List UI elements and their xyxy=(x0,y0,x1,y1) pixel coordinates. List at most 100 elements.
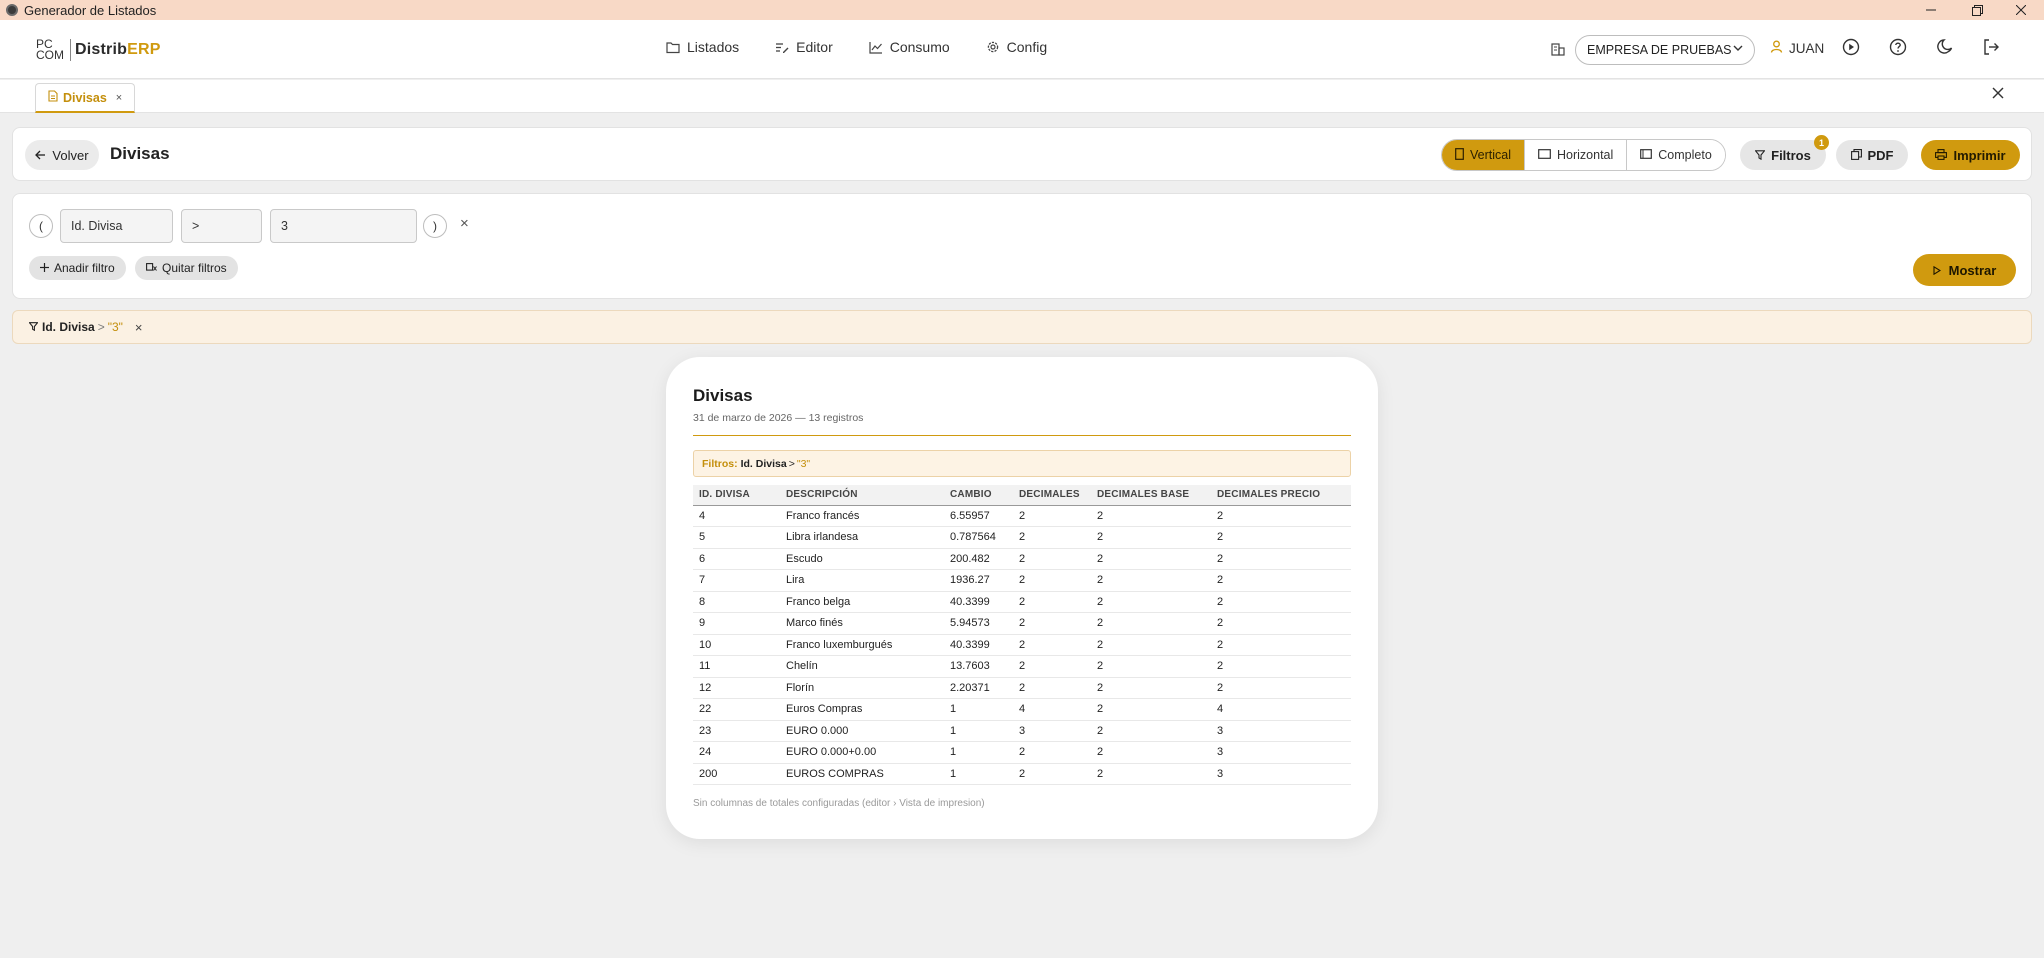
user-icon xyxy=(1770,40,1783,56)
document-icon xyxy=(48,90,58,105)
report-toolbar: Volver Divisas Vertical Horizontal Compl… xyxy=(12,127,2032,181)
table-cell: Euros Compras xyxy=(780,698,944,721)
remove-filter-icon[interactable]: × xyxy=(460,215,469,232)
copy-pdf-icon xyxy=(1850,148,1862,163)
column-header: CAMBIO xyxy=(944,485,1013,506)
filter-operator-select[interactable]: > xyxy=(181,209,262,243)
filter-builder: ( Id. Divisa > 3 ) × Anadir filtro Quita… xyxy=(12,193,2032,299)
filter-value-input[interactable]: 3 xyxy=(270,209,417,243)
table-cell: 24 xyxy=(693,741,780,764)
nav-listados[interactable]: Listados xyxy=(666,39,739,55)
user-menu[interactable]: JUAN xyxy=(1770,40,1824,56)
table-cell: 4 xyxy=(693,505,780,527)
orientation-completo[interactable]: Completo xyxy=(1627,140,1725,170)
table-cell: 2 xyxy=(1013,741,1091,764)
open-paren-toggle[interactable]: ( xyxy=(29,214,53,238)
orientation-horizontal[interactable]: Horizontal xyxy=(1525,140,1628,170)
table-header-row: ID. DIVISA DESCRIPCIÓN CAMBIO DECIMALES DECI… xyxy=(693,485,1351,506)
pdf-button[interactable]: PDF xyxy=(1836,140,1908,170)
filters-button[interactable]: Filtros 1 xyxy=(1740,135,1829,170)
filter-icon xyxy=(28,320,39,334)
table-cell: EURO 0.000+0.00 xyxy=(780,741,944,764)
clear-filters-button[interactable]: Quitar filtros xyxy=(135,256,238,280)
show-button[interactable]: Mostrar xyxy=(1913,254,2016,286)
tab-close-icon[interactable]: × xyxy=(116,92,122,104)
report-divider xyxy=(693,435,1351,436)
window-title: Generador de Listados xyxy=(24,2,157,18)
chevron-down-icon xyxy=(1732,42,1744,57)
table-cell: 2 xyxy=(1211,677,1351,699)
table-cell: 3 xyxy=(1211,741,1351,764)
filter-field-select[interactable]: Id. Divisa xyxy=(60,209,173,243)
table-cell: 2 xyxy=(1091,634,1211,656)
add-filter-button[interactable]: Anadir filtro xyxy=(29,256,126,280)
tab-divisas[interactable]: Divisas × xyxy=(35,83,136,113)
column-header: DECIMALES xyxy=(1013,485,1091,506)
table-cell: 2 xyxy=(1013,569,1091,592)
back-button[interactable]: Volver xyxy=(25,140,99,170)
table-cell: 5.94573 xyxy=(944,612,1013,635)
help-icon[interactable] xyxy=(1887,36,1909,58)
remove-active-filter-icon[interactable]: × xyxy=(135,320,143,335)
table-row: 22 Euros Compras 1 4 2 4 xyxy=(693,698,1351,721)
orientation-vertical[interactable]: Vertical xyxy=(1442,140,1525,170)
print-button[interactable]: Imprimir xyxy=(1921,140,2020,170)
report-footer-note: Sin columnas de totales configuradas (ed… xyxy=(693,798,985,809)
landscape-icon xyxy=(1538,148,1551,162)
table-cell: Franco luxemburgués xyxy=(780,634,944,656)
table-cell: 6.55957 xyxy=(944,505,1013,527)
gear-icon xyxy=(986,40,1000,54)
table-row: 23 EURO 0.000 1 3 2 3 xyxy=(693,720,1351,742)
filters-count-badge: 1 xyxy=(1814,135,1829,150)
close-icon[interactable] xyxy=(1998,0,2044,20)
table-cell: 2 xyxy=(1211,505,1351,527)
report-preview: Divisas 31 de marzo de 2026 — 13 registr… xyxy=(666,357,1378,839)
portrait-icon xyxy=(1455,147,1464,163)
nav-consumo[interactable]: Consumo xyxy=(869,39,950,55)
logout-icon[interactable] xyxy=(1980,36,2002,58)
window-titlebar: Generador de Listados xyxy=(0,0,2044,20)
orientation-toggle: Vertical Horizontal Completo xyxy=(1441,139,1726,171)
column-header: DECIMALES PRECIO xyxy=(1211,485,1351,506)
logo-pccom: PC COM xyxy=(36,37,64,62)
company-select[interactable]: EMPRESA DE PRUEBAS xyxy=(1575,35,1755,65)
moon-icon[interactable] xyxy=(1934,36,1956,58)
active-filter-value: "3" xyxy=(107,320,123,334)
table-cell: Lira xyxy=(780,569,944,592)
play-icon[interactable] xyxy=(1840,36,1862,58)
table-cell: 2 xyxy=(1013,763,1091,785)
table-cell: 2 xyxy=(1211,548,1351,570)
table-cell: Escudo xyxy=(780,548,944,570)
minimize-icon[interactable] xyxy=(1908,0,1954,20)
table-cell: 2 xyxy=(1013,548,1091,570)
active-filter-field: Id. Divisa xyxy=(42,320,95,334)
table-cell: 2 xyxy=(1013,526,1091,549)
table-row: 5 Libra irlandesa 0.787564 2 2 2 xyxy=(693,526,1351,549)
table-cell: 2 xyxy=(1091,698,1211,721)
table-row: 7 Lira 1936.27 2 2 2 xyxy=(693,569,1351,592)
report-table: ID. DIVISA DESCRIPCIÓN CAMBIO DECIMALES DECI… xyxy=(693,485,1351,785)
table-cell: 6 xyxy=(693,548,780,570)
nav-editor[interactable]: Editor xyxy=(775,39,833,55)
close-paren-toggle[interactable]: ) xyxy=(423,214,447,238)
clear-filter-icon xyxy=(146,261,157,275)
table-cell: 2 xyxy=(1013,634,1091,656)
table-cell: 5 xyxy=(693,526,780,549)
nav-config[interactable]: Config xyxy=(986,39,1047,55)
table-cell: 2 xyxy=(1091,763,1211,785)
table-cell: 2 xyxy=(1091,591,1211,613)
close-all-tabs-icon[interactable] xyxy=(1992,86,2004,104)
table-cell: 2 xyxy=(1091,612,1211,635)
table-cell: 2 xyxy=(1091,569,1211,592)
tabs-bar: Divisas × xyxy=(0,80,2044,113)
restore-icon[interactable] xyxy=(1954,0,2000,20)
table-row: 10 Franco luxemburgués 40.3399 2 2 2 xyxy=(693,634,1351,656)
app-logo[interactable]: PC COM DistribERP xyxy=(36,36,161,64)
table-cell: 1 xyxy=(944,720,1013,742)
active-filter-operator: > xyxy=(97,320,105,334)
table-cell: 4 xyxy=(1013,698,1091,721)
table-cell: 9 xyxy=(693,612,780,635)
table-cell: 2 xyxy=(1013,505,1091,527)
table-cell: 2 xyxy=(1211,655,1351,678)
table-cell: 2 xyxy=(1091,548,1211,570)
